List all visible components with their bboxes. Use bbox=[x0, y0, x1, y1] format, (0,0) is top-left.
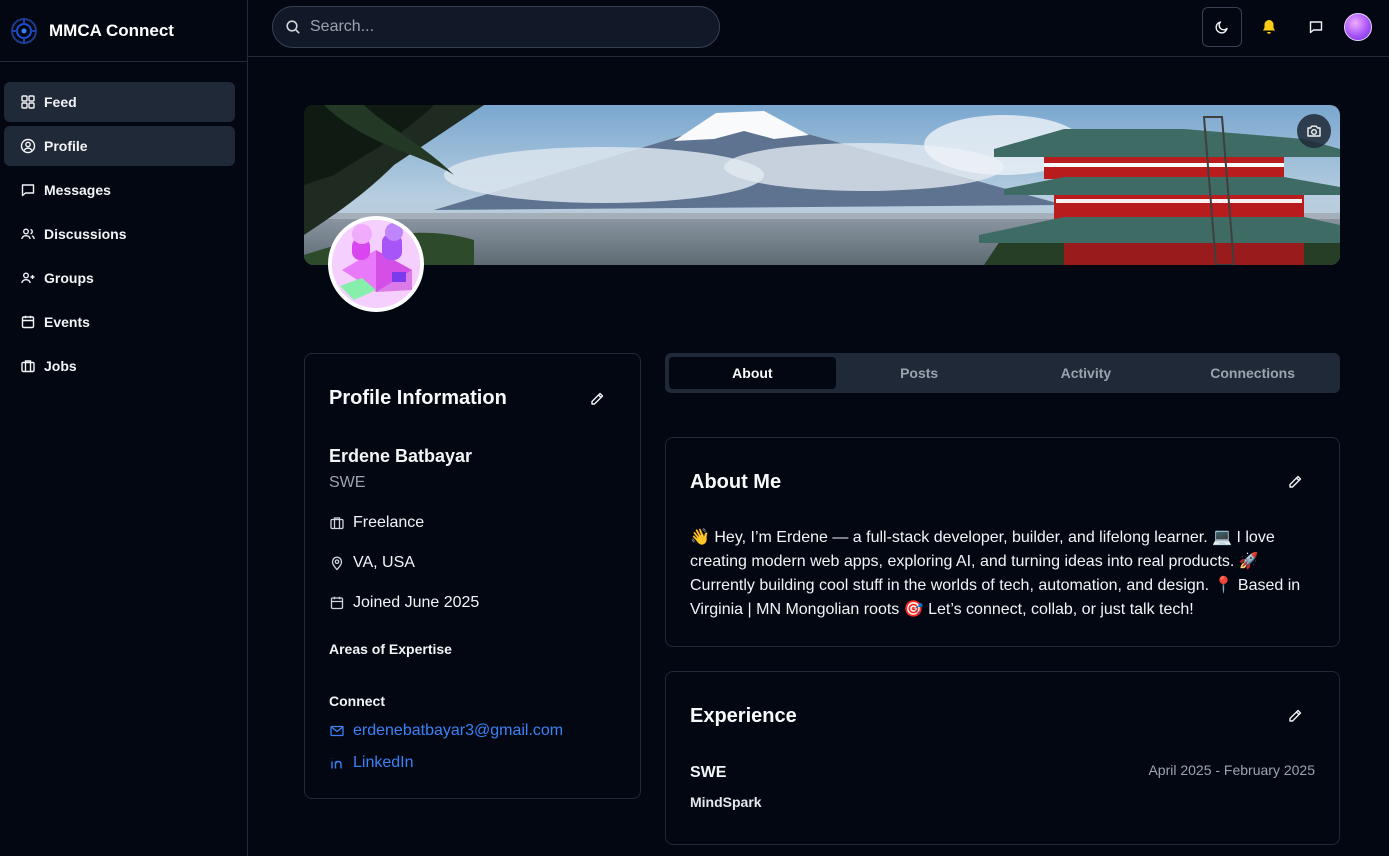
search-box[interactable] bbox=[272, 6, 720, 48]
sidebar-nav: Feed Profile Messages Discussions Groups… bbox=[0, 62, 247, 386]
sidebar-item-discussions[interactable]: Discussions bbox=[4, 214, 235, 254]
briefcase-icon bbox=[21, 360, 35, 373]
moon-icon bbox=[1215, 21, 1228, 34]
message-icon bbox=[21, 184, 35, 197]
profile-tabs: About Posts Activity Connections bbox=[665, 353, 1340, 393]
profile-location-text: VA, USA bbox=[353, 554, 415, 571]
profile-name: Erdene Batbayar bbox=[329, 446, 473, 466]
notifications-button[interactable] bbox=[1259, 17, 1279, 37]
profile-location: VA, USA bbox=[329, 554, 415, 572]
tab-about[interactable]: About bbox=[669, 357, 836, 389]
sidebar-item-events[interactable]: Events bbox=[4, 302, 235, 342]
areas-of-expertise-heading: Areas of Expertise bbox=[329, 641, 452, 657]
tab-activity[interactable]: Activity bbox=[1003, 357, 1170, 389]
sidebar: MMCA Connect Feed Profile Messages Discu… bbox=[0, 0, 248, 856]
profile-role: SWE bbox=[329, 474, 366, 491]
profile-banner bbox=[304, 105, 1340, 265]
sidebar-item-groups[interactable]: Groups bbox=[4, 258, 235, 298]
sidebar-item-label: Messages bbox=[44, 182, 111, 198]
about-title: About Me bbox=[690, 471, 782, 493]
briefcase-icon bbox=[330, 517, 344, 530]
about-me-card: About Me 👋 Hey, I’m Erdene — a full-stac… bbox=[665, 437, 1340, 647]
banner-image bbox=[304, 105, 1340, 265]
grid-icon bbox=[21, 95, 35, 109]
search-input[interactable] bbox=[310, 18, 690, 36]
brand-logo-icon bbox=[11, 17, 37, 44]
user-avatar[interactable] bbox=[1344, 13, 1372, 41]
edit-about-pencil-icon[interactable] bbox=[1287, 474, 1303, 490]
email-text: erdenebatbayar3@gmail.com bbox=[353, 722, 564, 739]
sidebar-item-messages[interactable]: Messages bbox=[4, 170, 235, 210]
experience-company: MindSpark bbox=[690, 794, 762, 810]
sidebar-item-profile[interactable]: Profile bbox=[4, 126, 235, 166]
change-cover-button[interactable] bbox=[1297, 114, 1331, 148]
experience-dates: April 2025 - February 2025 bbox=[1148, 762, 1315, 778]
message-icon bbox=[1309, 21, 1323, 34]
tab-connections[interactable]: Connections bbox=[1169, 357, 1336, 389]
brand[interactable]: MMCA Connect bbox=[0, 0, 247, 62]
email-link[interactable]: erdenebatbayar3@gmail.com bbox=[329, 722, 563, 740]
calendar-icon bbox=[21, 315, 35, 329]
experience-title: Experience bbox=[690, 705, 797, 727]
about-text: 👋 Hey, I’m Erdene — a full-stack develop… bbox=[690, 529, 1301, 618]
connect-heading: Connect bbox=[329, 693, 385, 709]
linkedin-link[interactable]: LinkedIn bbox=[329, 754, 414, 772]
linkedin-icon bbox=[331, 758, 342, 769]
map-pin-icon bbox=[331, 556, 343, 571]
theme-toggle-button[interactable] bbox=[1202, 7, 1242, 47]
tab-posts[interactable]: Posts bbox=[836, 357, 1003, 389]
profile-information-card: Profile Information Erdene Batbayar SWE … bbox=[304, 353, 641, 799]
sidebar-item-label: Feed bbox=[44, 94, 77, 110]
profile-joined: Joined June 2025 bbox=[329, 594, 479, 612]
calendar-icon bbox=[330, 596, 344, 610]
sidebar-item-label: Events bbox=[44, 314, 90, 330]
sidebar-item-jobs[interactable]: Jobs bbox=[4, 346, 235, 386]
sidebar-item-label: Profile bbox=[44, 138, 88, 154]
sidebar-item-label: Jobs bbox=[44, 358, 77, 374]
avatar-image bbox=[332, 220, 420, 308]
profile-employment: Freelance bbox=[329, 514, 424, 532]
profile-employment-text: Freelance bbox=[353, 514, 425, 531]
bell-icon bbox=[1263, 20, 1275, 34]
mail-icon bbox=[330, 725, 344, 737]
top-bar bbox=[248, 0, 1389, 57]
sidebar-item-feed[interactable]: Feed bbox=[4, 82, 235, 122]
brand-name: MMCA Connect bbox=[49, 20, 174, 40]
user-plus-icon bbox=[21, 272, 35, 284]
profile-card-title: Profile Information bbox=[329, 387, 507, 409]
profile-joined-text: Joined June 2025 bbox=[353, 594, 480, 611]
experience-card: Experience SWE MindSpark April 2025 - Fe… bbox=[665, 671, 1340, 845]
edit-experience-pencil-icon[interactable] bbox=[1287, 708, 1303, 724]
messages-button[interactable] bbox=[1306, 17, 1326, 37]
users-icon bbox=[21, 228, 35, 240]
edit-profile-pencil-icon[interactable] bbox=[589, 391, 605, 407]
sidebar-item-label: Groups bbox=[44, 270, 94, 286]
search-icon bbox=[286, 20, 300, 34]
user-circle-icon bbox=[20, 138, 36, 154]
experience-role: SWE bbox=[690, 764, 727, 781]
sidebar-item-label: Discussions bbox=[44, 226, 127, 242]
profile-avatar[interactable] bbox=[328, 216, 424, 312]
camera-icon bbox=[1307, 125, 1321, 137]
linkedin-text: LinkedIn bbox=[353, 754, 414, 771]
